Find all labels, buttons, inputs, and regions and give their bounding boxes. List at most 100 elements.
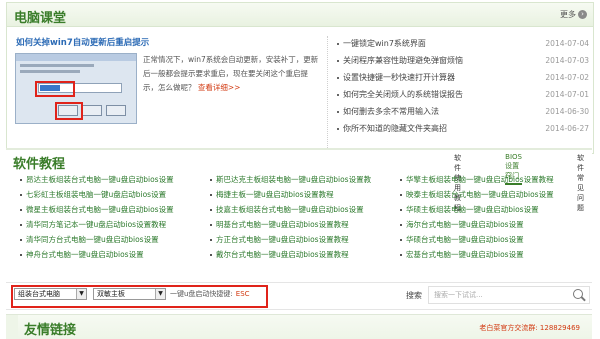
tutorial-link[interactable]: 华擎主板组装电脑一键u盘启动bios设置教程	[400, 174, 554, 185]
search-placeholder[interactable]: 搜索一下试试...	[434, 290, 483, 300]
software-title: 软件教程	[13, 157, 66, 172]
tutorial-link[interactable]: 华硕主板组装电脑一键u盘启动bios设置	[400, 204, 539, 215]
bullet-icon	[20, 194, 22, 196]
brand-select[interactable]: 双敏主板 ▼	[93, 288, 166, 300]
bullet-icon	[210, 254, 212, 256]
tutorial-link-label[interactable]: 明基台式电脑一键u盘启动bios设置教程	[216, 220, 349, 229]
tutorial-link-label[interactable]: 华擎主板组装电脑一键u盘启动bios设置教程	[406, 175, 554, 184]
tutorial-link[interactable]: 昂达主板组装台式电脑一键u盘启动bios设置	[20, 174, 174, 185]
search-input[interactable]: 搜索一下试试...	[428, 286, 590, 304]
more-label[interactable]: 更多	[560, 10, 576, 19]
thumbnail-titlebar	[16, 54, 136, 61]
hotkey-hint-label: 一键u盘启动快捷键:	[170, 290, 233, 298]
tutorial-link-label[interactable]: 技嘉主板组装台式电脑一键u盘启动bios设置	[216, 205, 364, 214]
news-item[interactable]: 一键锁定win7系统界面 2014-07-04	[337, 36, 589, 52]
tutorial-link-label[interactable]: 戴尔台式电脑一键u盘启动bios设置教程	[216, 250, 349, 259]
bullet-icon	[20, 254, 22, 256]
tutorial-link-label[interactable]: 宏基台式电脑一键u盘启动bios设置	[406, 250, 524, 259]
bullet-icon	[20, 239, 22, 241]
news-title[interactable]: 如何完全关闭烦人的系统错误报告	[343, 89, 463, 100]
tutorial-link[interactable]: 梅捷主板一键u盘启动bios设置教程	[210, 189, 334, 200]
bullet-icon	[337, 77, 339, 79]
brand-value[interactable]: 双敏主板	[97, 290, 125, 298]
news-title[interactable]: 关闭程序兼容性助理避免弹窗烦恼	[343, 55, 463, 66]
news-title[interactable]: 设置快捷键一秒快速打开计算器	[343, 72, 455, 83]
tutorial-link[interactable]: 斯巴达克主板组装电脑一键u盘启动bios设置教	[210, 174, 371, 185]
chevron-down-icon[interactable]: ▼	[155, 289, 165, 299]
tutorial-link-label[interactable]: 昂达主板组装台式电脑一键u盘启动bios设置	[26, 175, 174, 184]
news-item[interactable]: 如何删去多余不常用输入法 2014-06-30	[337, 104, 589, 120]
news-item[interactable]: 你所不知道的隐藏文件夹高招 2014-06-27	[337, 121, 589, 137]
software-section: 软件教程 软件使用教程 BIOS设置窍门 软件常见问题 昂达主板组装台式电脑一键…	[6, 148, 592, 278]
tutorial-link-label[interactable]: 映泰主板组装台式电脑一键u盘启动bios设置	[406, 190, 554, 199]
bullet-icon	[20, 179, 22, 181]
hotkey-hint: 一键u盘启动快捷键: ESC	[170, 289, 250, 299]
feature-thumbnail[interactable]	[15, 53, 137, 124]
tutorial-link[interactable]: 清华同方笔记本一键u盘启动bios设置教程	[20, 219, 166, 230]
section-ribbon	[6, 315, 18, 339]
tutorial-link-label[interactable]: 七彩虹主板组装电脑一键u盘启动bios设置	[26, 190, 166, 199]
read-more-link[interactable]: 查看详细>>	[198, 83, 241, 92]
bullet-icon	[210, 179, 212, 181]
news-item[interactable]: 如何完全关闭烦人的系统错误报告 2014-07-01	[337, 87, 589, 103]
tutorial-link[interactable]: 微星主板组装台式电脑一键u盘启动bios设置	[20, 204, 174, 215]
tutorial-link[interactable]: 戴尔台式电脑一键u盘启动bios设置教程	[210, 249, 349, 260]
contact-text[interactable]: 老白菜官方交流群: 128829469	[479, 323, 580, 333]
search-icon[interactable]	[573, 289, 583, 299]
tutorial-link[interactable]: 映泰主板组装台式电脑一键u盘启动bios设置	[400, 189, 554, 200]
thumbnail-browse-button	[106, 105, 126, 116]
bullet-icon	[337, 94, 339, 96]
news-item[interactable]: 设置快捷键一秒快速打开计算器 2014-07-02	[337, 70, 589, 86]
bullet-icon	[210, 209, 212, 211]
news-item[interactable]: 关闭程序兼容性助理避免弹窗烦恼 2014-07-03	[337, 53, 589, 69]
news-title[interactable]: 一键锁定win7系统界面	[343, 38, 426, 49]
tutorial-link-label[interactable]: 方正台式电脑一键u盘启动bios设置教程	[216, 235, 349, 244]
news-date: 2014-07-03	[545, 56, 589, 65]
pc-type-select[interactable]: 组装台式电脑 ▼	[14, 288, 87, 300]
bullet-icon	[400, 224, 402, 226]
tutorial-link[interactable]: 华硕台式电脑一键u盘启动bios设置	[400, 234, 524, 245]
pc-type-value[interactable]: 组装台式电脑	[18, 290, 60, 298]
tutorial-link[interactable]: 七彩虹主板组装电脑一键u盘启动bios设置	[20, 189, 166, 200]
tutorial-link-label[interactable]: 微星主板组装台式电脑一键u盘启动bios设置	[26, 205, 174, 214]
tutorial-link[interactable]: 方正台式电脑一键u盘启动bios设置教程	[210, 234, 349, 245]
tutorial-link[interactable]: 清华同方台式电脑一键u盘启动bios设置	[20, 234, 159, 245]
tutorial-link-label[interactable]: 华硕主板组装电脑一键u盘启动bios设置	[406, 205, 539, 214]
news-title[interactable]: 你所不知道的隐藏文件夹高招	[343, 123, 447, 134]
tutorial-link-label[interactable]: 海尔台式电脑一键u盘启动bios设置	[406, 220, 524, 229]
feature-title[interactable]: 如何关掉win7自动更新后重启提示	[16, 36, 149, 48]
bullet-icon	[210, 239, 212, 241]
tutorial-link-label[interactable]: 斯巴达克主板组装电脑一键u盘启动bios设置教	[216, 175, 371, 184]
news-title[interactable]: 如何删去多余不常用输入法	[343, 106, 439, 117]
links-section: 友情链接 老白菜官方交流群: 128829469	[6, 314, 592, 339]
tutorial-link-label[interactable]: 梅捷主板一键u盘启动bios设置教程	[216, 190, 334, 199]
thumbnail-text-line	[20, 64, 94, 67]
news-date: 2014-06-30	[545, 107, 589, 116]
tutorial-link[interactable]: 技嘉主板组装台式电脑一键u盘启动bios设置	[210, 204, 364, 215]
links-title: 友情链接	[24, 323, 77, 338]
tutorial-link-label[interactable]: 清华同方台式电脑一键u盘启动bios设置	[26, 235, 159, 244]
tutorial-link[interactable]: 神舟台式电脑一键u盘启动bios设置	[20, 249, 144, 260]
more-arrow-icon[interactable]: ›	[578, 10, 587, 19]
lookup-bar: 组装台式电脑 ▼ 双敏主板 ▼ 一键u盘启动快捷键: ESC 搜索 搜索一下试试...	[6, 282, 592, 310]
news-date: 2014-07-04	[545, 39, 589, 48]
bullet-icon	[400, 254, 402, 256]
thumbnail-highlight-ok	[55, 102, 83, 120]
thumbnail-cancel-button	[82, 105, 102, 116]
chevron-down-icon[interactable]: ▼	[76, 289, 86, 299]
search-label: 搜索	[406, 291, 422, 300]
feature-description: 正常情况下，win7系统会自动更新，安装补丁，更新后一般都会提示要求重启，现在要…	[143, 53, 319, 95]
news-date: 2014-07-02	[545, 73, 589, 82]
bullet-icon	[400, 194, 402, 196]
thumbnail-text-line	[20, 70, 80, 73]
tutorial-link[interactable]: 明基台式电脑一键u盘启动bios设置教程	[210, 219, 349, 230]
tutorial-link-label[interactable]: 神舟台式电脑一键u盘启动bios设置	[26, 250, 144, 259]
classroom-title: 电脑课堂	[14, 11, 67, 26]
tab-software-faq[interactable]: 软件常见问题	[577, 153, 584, 213]
tutorial-link-label[interactable]: 清华同方笔记本一键u盘启动bios设置教程	[26, 220, 166, 229]
bullet-icon	[337, 128, 339, 130]
more-link[interactable]: 更多 ›	[560, 9, 587, 20]
tutorial-link[interactable]: 宏基台式电脑一键u盘启动bios设置	[400, 249, 524, 260]
tutorial-link[interactable]: 海尔台式电脑一键u盘启动bios设置	[400, 219, 524, 230]
tutorial-link-label[interactable]: 华硕台式电脑一键u盘启动bios设置	[406, 235, 524, 244]
